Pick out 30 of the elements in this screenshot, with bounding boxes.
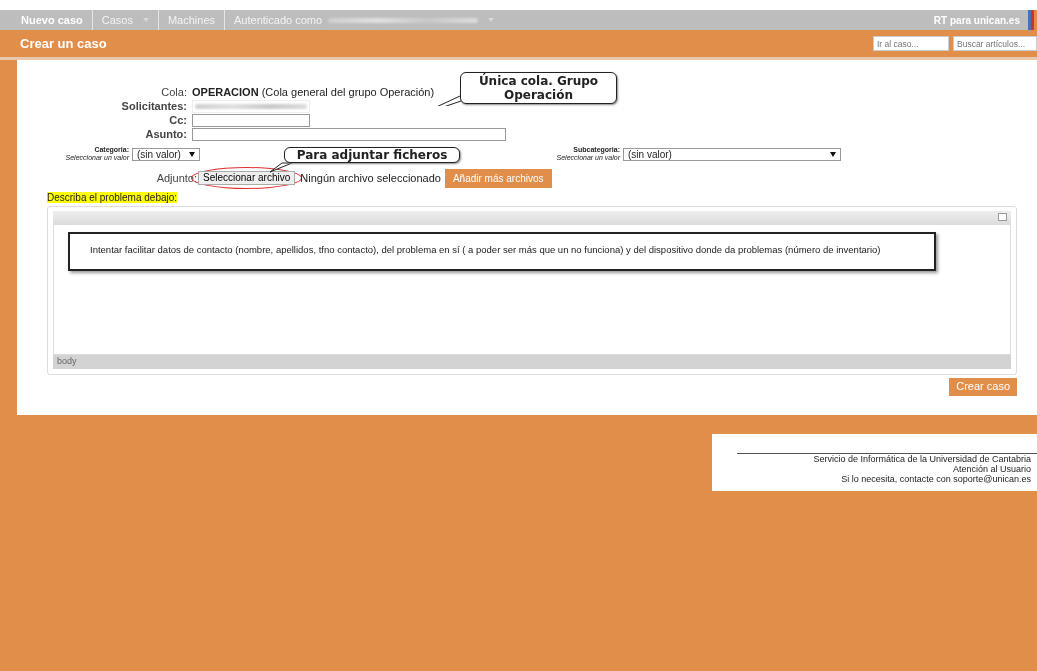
page-title: Crear un caso xyxy=(20,35,107,52)
dropdown-field[interactable]: (sin valor) xyxy=(623,147,841,161)
brand-name: RT para unican.es xyxy=(933,13,1020,28)
callout-bubble: Única cola. Grupo Operación xyxy=(460,72,617,104)
file-status: Ningún archivo seleccionado xyxy=(300,170,441,186)
logo-icon xyxy=(1028,10,1037,30)
queue-value: OPERACION (Cola general del grupo Operación) xyxy=(192,84,435,100)
ticket-search-field[interactable]: Ir al caso... xyxy=(873,36,949,51)
article-search-field[interactable]: Buscar artículos... xyxy=(953,36,1037,51)
footer-text: Atención al Usuario xyxy=(951,464,1032,474)
toolbar-toggle-icon[interactable] xyxy=(998,213,1007,221)
text-field[interactable] xyxy=(192,113,310,127)
field-label: Solicitantes: xyxy=(120,98,188,114)
field-label: Cc: xyxy=(168,112,188,128)
dropdown-arrow-icon xyxy=(189,151,195,157)
file-select-button[interactable]: Seleccionar archivo xyxy=(198,171,296,185)
dropdown-arrow-icon xyxy=(830,151,836,157)
add-files-button[interactable]: Añadir más archivos xyxy=(444,168,552,188)
editor-area[interactable]: Intentar facilitar datos de contacto (nombre, apellidos, tfno contacto), del problema en sí ( a poder ser más que un no funciona) y del dispositivo donde da problemas (número de inventario) xyxy=(53,223,1011,355)
callout-pointer xyxy=(269,162,293,173)
field-label: Describa el problema debajo: xyxy=(47,192,178,203)
footer-text: Servicio de Informática de la Universidad de Cantabria xyxy=(812,454,1032,464)
create-button[interactable]: Crear caso xyxy=(949,377,1017,396)
instruction-note: Intentar facilitar datos de contacto (nombre, apellidos, tfno contacto), del problema en sí ( a poder ser más que un no funciona) y del dispositivo donde da problemas (número de inventario) xyxy=(68,231,936,271)
field-label: Cola: xyxy=(160,84,188,100)
dropdown-field[interactable]: (sin valor) xyxy=(132,147,200,161)
field-label: Asunto: xyxy=(144,126,188,142)
text-field[interactable] xyxy=(192,127,506,141)
nav-menu-item[interactable]: Nuevo caso xyxy=(12,10,93,30)
footer-text: Si lo necesita, contacte con soporte@unican.es xyxy=(840,474,1032,484)
